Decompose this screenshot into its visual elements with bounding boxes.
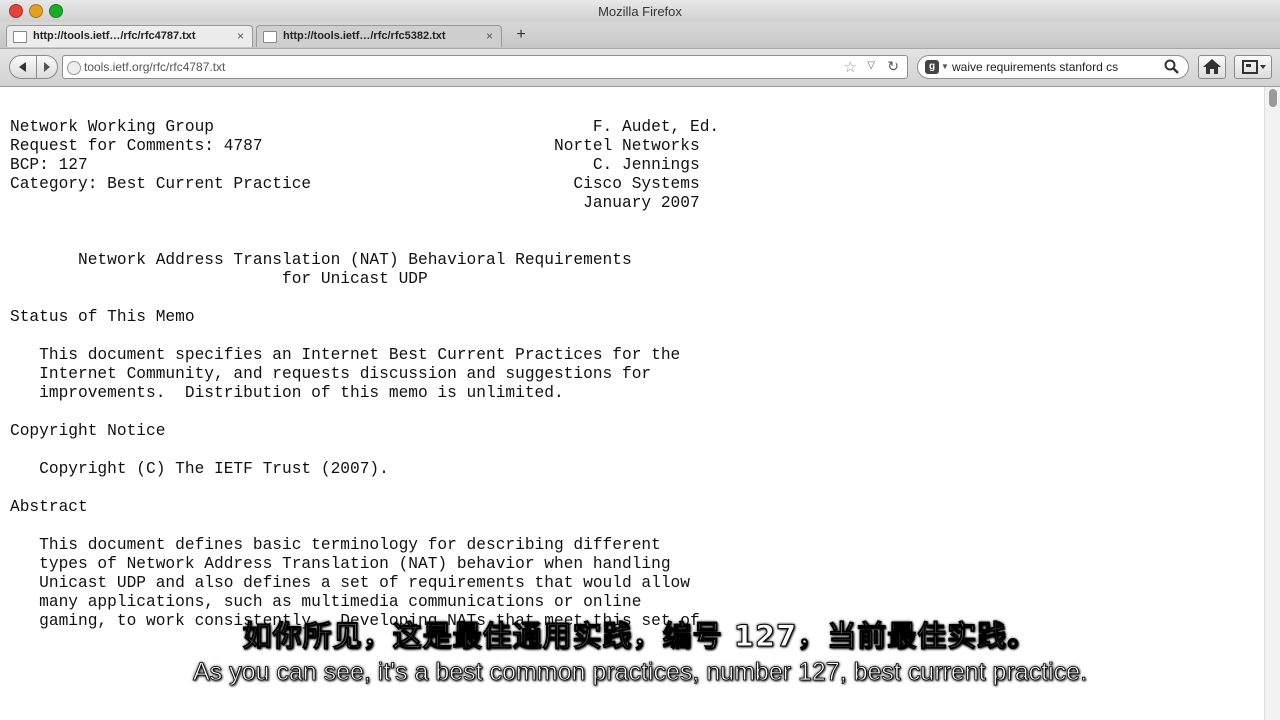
back-arrow-icon: [19, 62, 26, 72]
document-line: Unicast UDP and also defines a set of re…: [10, 574, 690, 592]
page-icon: [13, 31, 27, 43]
chinese-subtitle: 如你所见，这是最佳通用实践，编号 127，当前最佳实践。: [242, 619, 1038, 654]
google-engine-icon[interactable]: g: [925, 60, 939, 74]
window-title: Mozilla Firefox: [598, 4, 682, 19]
scrollbar-thumb[interactable]: [1269, 89, 1277, 107]
document-line: types of Network Address Translation (NA…: [10, 555, 671, 573]
document-line: many applications, such as multimedia co…: [10, 593, 642, 611]
close-tab-icon[interactable]: ×: [237, 29, 244, 43]
tab-label: http://tools.ietf…/rfc/rfc5382.txt: [283, 30, 446, 42]
document-line: for Unicast UDP: [10, 270, 428, 288]
bookmarks-menu-icon: [1242, 60, 1266, 74]
document-line: BCP: 127 C. Jennings: [10, 156, 700, 174]
document-line: improvements. Distribution of this memo …: [10, 384, 564, 402]
document-line: Copyright Notice: [10, 422, 166, 440]
tab-rfc5382[interactable]: http://tools.ietf…/rfc/rfc5382.txt ×: [256, 25, 502, 47]
document-line: This document defines basic terminology …: [10, 536, 661, 554]
window-titlebar: Mozilla Firefox: [0, 0, 1280, 23]
search-bar[interactable]: g ▼ waive requirements stanford cs: [917, 55, 1189, 79]
tab-bar: http://tools.ietf…/rfc/rfc4787.txt × htt…: [0, 22, 1280, 49]
tab-label: http://tools.ietf…/rfc/rfc4787.txt: [33, 30, 196, 42]
bookmarks-menu-button[interactable]: [1234, 55, 1272, 79]
document-line: Status of This Memo: [10, 308, 195, 326]
engine-dropdown-icon[interactable]: ▼: [941, 62, 949, 71]
document-line: Request for Comments: 4787 Nortel Networ…: [10, 137, 700, 155]
reload-icon[interactable]: ↻: [887, 58, 899, 75]
url-bar[interactable]: tools.ietf.org/rfc/rfc4787.txt ☆ ▽ ↻: [62, 55, 908, 79]
new-tab-button[interactable]: +: [508, 25, 534, 47]
document-line: January 2007: [10, 194, 700, 212]
document-line: Copyright (C) The IETF Trust (2007).: [10, 460, 389, 478]
url-text[interactable]: tools.ietf.org/rfc/rfc4787.txt: [84, 60, 225, 74]
history-dropdown-icon[interactable]: ▽: [867, 60, 875, 71]
bookmark-star-icon[interactable]: ☆: [844, 58, 857, 76]
search-input[interactable]: waive requirements stanford cs: [952, 60, 1118, 74]
document-line: Network Working Group F. Audet, Ed.: [10, 118, 720, 136]
navigation-toolbar: tools.ietf.org/rfc/rfc4787.txt ☆ ▽ ↻ g ▼…: [0, 49, 1280, 87]
home-button[interactable]: [1198, 55, 1226, 79]
forward-button[interactable]: [36, 55, 58, 79]
rfc-document-text: Network Working Group F. Audet, Ed. Reque…: [10, 118, 719, 631]
document-line: Internet Community, and requests discuss…: [10, 365, 652, 383]
document-line: Abstract: [10, 498, 88, 516]
tab-rfc4787[interactable]: http://tools.ietf…/rfc/rfc4787.txt ×: [6, 25, 253, 47]
english-subtitle: As you can see, it's a best common pract…: [192, 658, 1088, 687]
page-icon: [263, 31, 277, 43]
search-icon[interactable]: [1163, 58, 1181, 76]
home-icon: [1203, 59, 1221, 74]
document-line: Category: Best Current Practice Cisco Sy…: [10, 175, 700, 193]
site-identity-icon[interactable]: [67, 61, 81, 75]
close-tab-icon[interactable]: ×: [486, 29, 493, 43]
forward-arrow-icon: [44, 62, 50, 72]
back-button[interactable]: [9, 55, 37, 79]
document-line: Network Address Translation (NAT) Behavi…: [10, 251, 632, 269]
document-line: This document specifies an Internet Best…: [10, 346, 681, 364]
